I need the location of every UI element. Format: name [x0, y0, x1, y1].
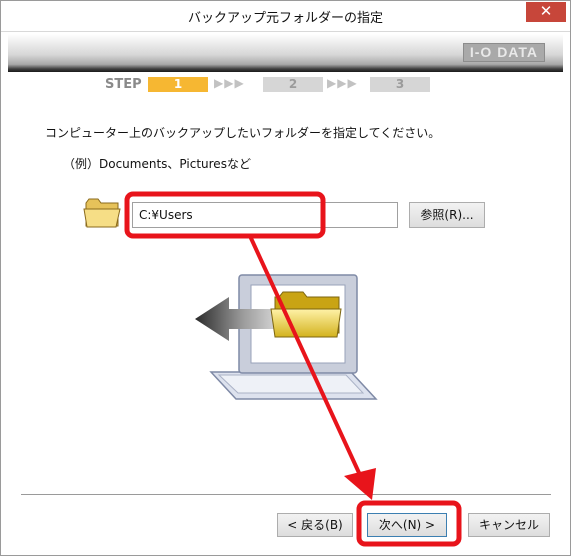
step-1: 1 [148, 77, 208, 92]
step-2: 2 [263, 77, 323, 92]
instruction-text: コンピューター上のバックアップしたいフォルダーを指定してください。 [45, 126, 441, 140]
title-bar: バックアップ元フォルダーの指定 ✕ [1, 1, 570, 32]
next-button[interactable]: 次へ(N) > [367, 513, 447, 537]
step-arrow-icon: ▶▶▶ [214, 76, 245, 90]
step-arrow-icon: ▶▶▶ [327, 76, 358, 90]
brand-banner: I-O DATA [8, 34, 563, 72]
footer-divider [21, 494, 551, 495]
backup-illustration [195, 274, 378, 400]
window-title: バックアップ元フォルダーの指定 [187, 11, 383, 26]
step-label: STEP [105, 77, 142, 92]
brand-logo: I-O DATA [462, 43, 545, 62]
browse-button[interactable]: 参照(R)... [409, 202, 485, 228]
step-3: 3 [370, 77, 430, 92]
dialog-window: バックアップ元フォルダーの指定 ✕ I-O DATA STEP 1 ▶▶▶ 2 … [0, 0, 571, 556]
folder-icon [83, 198, 121, 228]
back-button[interactable]: < 戻る(B) [277, 513, 353, 537]
example-text: （例）Documents、Picturesなど [63, 157, 251, 171]
step-indicator: STEP 1 ▶▶▶ 2 ▶▶▶ 3 [1, 75, 570, 95]
folder-path-input[interactable] [132, 202, 398, 228]
cancel-button[interactable]: キャンセル [468, 513, 550, 537]
close-icon: ✕ [539, 2, 553, 20]
close-button[interactable]: ✕ [526, 2, 566, 22]
